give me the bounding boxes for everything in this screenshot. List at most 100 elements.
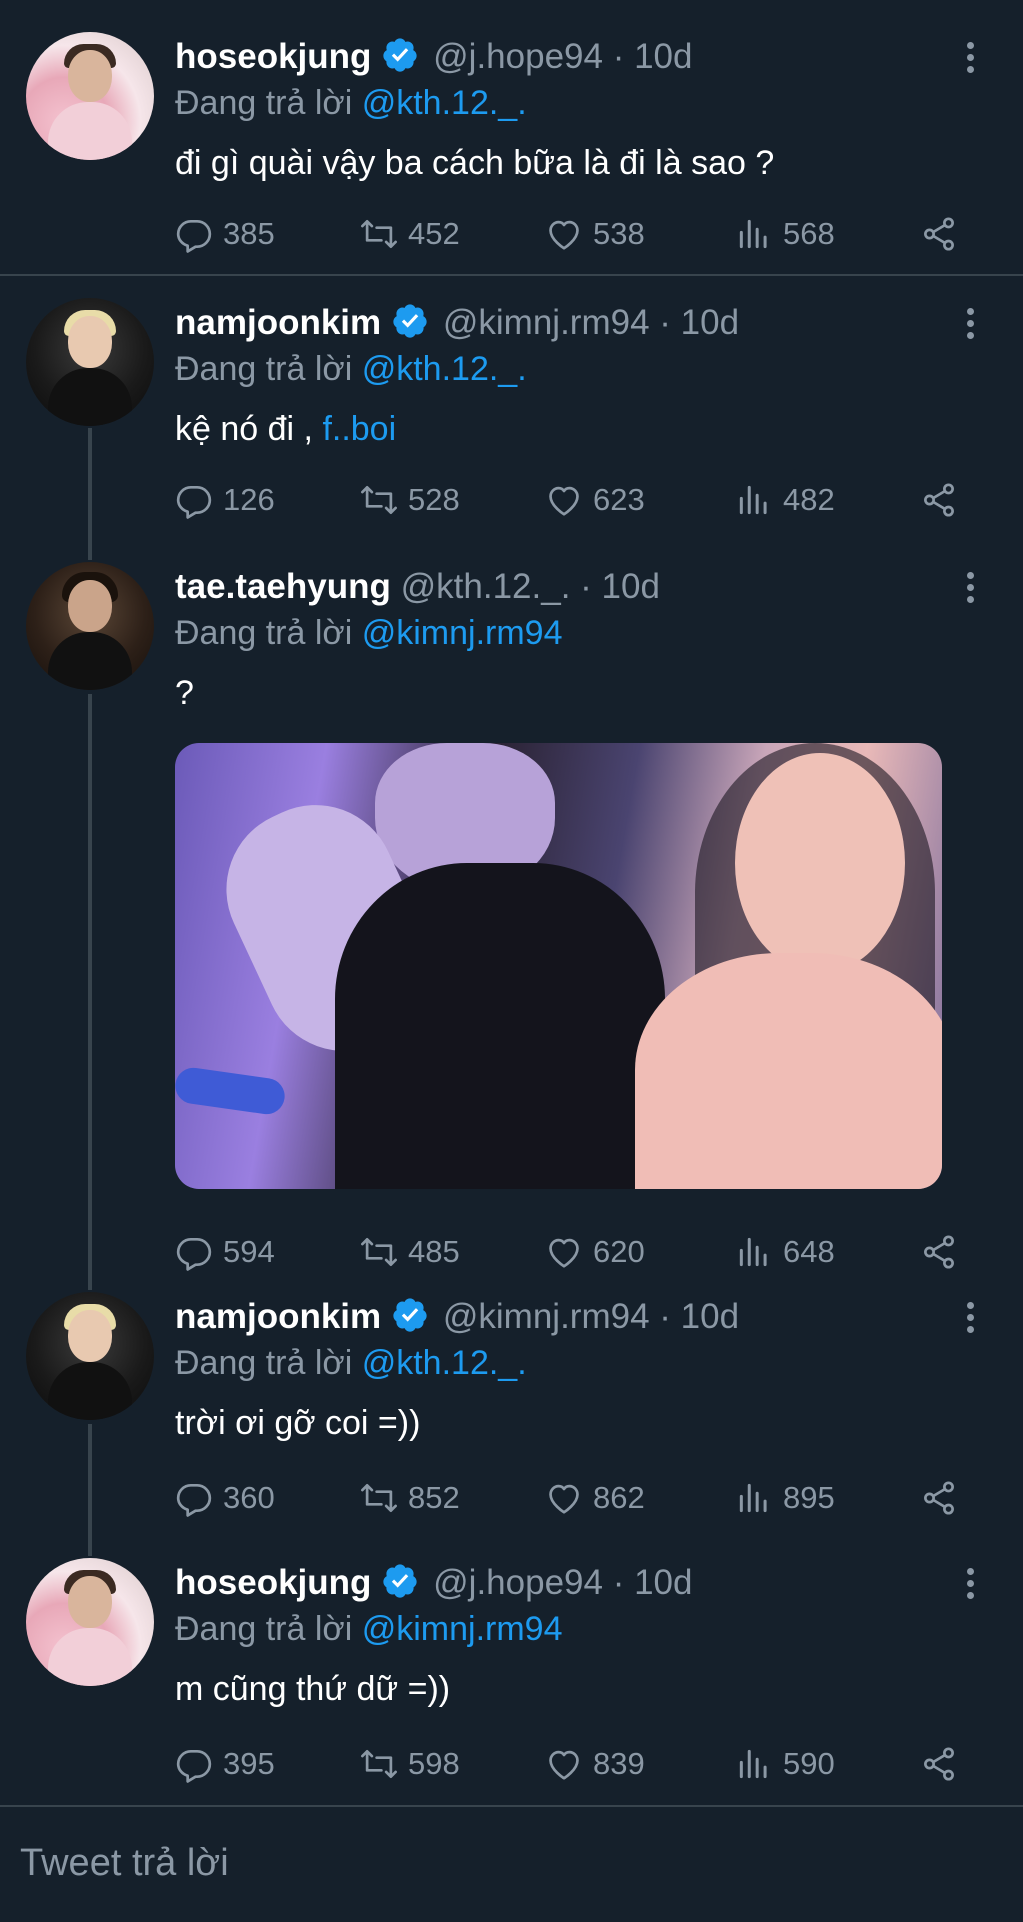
share-button[interactable] (920, 478, 968, 522)
retweet-button[interactable]: 598 (360, 1742, 460, 1786)
tweet-header: tae.taehyung @kth.12._. · 10d (175, 565, 660, 609)
retweet-count: 452 (408, 216, 460, 251)
more-vertical-icon[interactable] (950, 302, 990, 346)
share-button[interactable] (920, 1476, 968, 1520)
tweet-actions: 126 528 623 482 (175, 478, 975, 522)
share-icon (920, 1745, 958, 1783)
reply-button[interactable]: 360 (175, 1476, 275, 1520)
more-vertical-icon[interactable] (950, 1562, 990, 1606)
retweet-button[interactable]: 485 (360, 1230, 460, 1274)
views-icon (735, 1745, 773, 1783)
like-button[interactable]: 538 (545, 212, 645, 256)
tweet[interactable]: tae.taehyung @kth.12._. · 10d Đang trả l… (0, 540, 1023, 1270)
timestamp[interactable]: · 10d (580, 567, 660, 606)
reply-button[interactable]: 395 (175, 1742, 275, 1786)
views-button[interactable]: 568 (735, 212, 835, 256)
like-count: 862 (593, 1480, 645, 1515)
views-icon (735, 1233, 773, 1271)
mention-link[interactable]: @kimnj.rm94 (362, 614, 563, 652)
retweet-count: 598 (408, 1746, 460, 1781)
handle[interactable]: @kimnj.rm94 (443, 303, 650, 342)
retweet-button[interactable]: 852 (360, 1476, 460, 1520)
tweet-actions: 385 452 538 568 (175, 212, 975, 256)
tweet[interactable]: namjoonkim @kimnj.rm94 · 10d Đang trả lờ… (0, 1270, 1023, 1534)
like-button[interactable]: 620 (545, 1230, 645, 1274)
like-button[interactable]: 839 (545, 1742, 645, 1786)
mention-link[interactable]: @kth.12._. (362, 84, 527, 122)
views-button[interactable]: 590 (735, 1742, 835, 1786)
timestamp[interactable]: · 10d (659, 1297, 739, 1336)
views-icon (735, 481, 773, 519)
tweet[interactable]: namjoonkim @kimnj.rm94 · 10d Đang trả lờ… (0, 276, 1023, 540)
more-vertical-icon[interactable] (950, 566, 990, 610)
replying-to: Đang trả lời @kimnj.rm94 (175, 614, 563, 652)
views-count: 648 (783, 1234, 835, 1269)
display-name[interactable]: tae.taehyung (175, 567, 391, 606)
reply-input[interactable]: Tweet trả lời (20, 1839, 229, 1887)
views-button[interactable]: 482 (735, 478, 835, 522)
views-button[interactable]: 648 (735, 1230, 835, 1274)
like-count: 620 (593, 1234, 645, 1269)
mention-link[interactable]: @kth.12._. (362, 350, 527, 388)
reply-count: 594 (223, 1234, 275, 1269)
display-name[interactable]: namjoonkim (175, 1297, 381, 1336)
retweet-count: 485 (408, 1234, 460, 1269)
timestamp[interactable]: · 10d (659, 303, 739, 342)
reply-button[interactable]: 385 (175, 212, 275, 256)
display-name[interactable]: hoseokjung (175, 1563, 371, 1602)
handle[interactable]: @j.hope94 (433, 37, 603, 76)
more-vertical-icon[interactable] (950, 1296, 990, 1340)
display-name[interactable]: hoseokjung (175, 37, 371, 76)
avatar[interactable] (26, 298, 154, 426)
share-button[interactable] (920, 1230, 968, 1274)
like-count: 839 (593, 1746, 645, 1781)
more-vertical-icon[interactable] (950, 36, 990, 80)
share-icon (920, 1479, 958, 1517)
retweet-icon (360, 215, 398, 253)
reply-count: 395 (223, 1746, 275, 1781)
timestamp[interactable]: · 10d (613, 37, 693, 76)
reply-icon (175, 1233, 213, 1271)
share-button[interactable] (920, 1742, 968, 1786)
tweet-header: hoseokjung @j.hope94 · 10d (175, 35, 692, 79)
like-button[interactable]: 623 (545, 478, 645, 522)
reply-button[interactable]: 126 (175, 478, 275, 522)
share-button[interactable] (920, 212, 968, 256)
tweet-actions: 395 598 839 590 (175, 1742, 975, 1786)
timestamp[interactable]: · 10d (613, 1563, 693, 1602)
retweet-button[interactable]: 528 (360, 478, 460, 522)
like-count: 538 (593, 216, 645, 251)
retweet-icon (360, 1745, 398, 1783)
mention-link[interactable]: @kth.12._. (362, 1344, 527, 1382)
tweet[interactable]: hoseokjung @j.hope94 · 10d Đang trả lời … (0, 0, 1023, 274)
reply-count: 126 (223, 482, 275, 517)
avatar[interactable] (26, 1558, 154, 1686)
reply-composer[interactable]: Tweet trả lời (0, 1805, 1023, 1922)
replying-to: Đang trả lời @kth.12._. (175, 84, 527, 122)
tweet-photo[interactable] (175, 743, 942, 1189)
replying-to: Đang trả lời @kth.12._. (175, 1344, 527, 1382)
tweet[interactable]: hoseokjung @j.hope94 · 10d Đang trả lời … (0, 1536, 1023, 1804)
tweet-text: đi gì quài vậy ba cách bữa là đi là sao … (175, 144, 775, 182)
mention-link[interactable]: @kimnj.rm94 (362, 1610, 563, 1648)
views-button[interactable]: 895 (735, 1476, 835, 1520)
like-icon (545, 481, 583, 519)
tweet-header: namjoonkim @kimnj.rm94 · 10d (175, 1295, 739, 1339)
retweet-icon (360, 1479, 398, 1517)
retweet-button[interactable]: 452 (360, 212, 460, 256)
like-icon (545, 1479, 583, 1517)
reply-button[interactable]: 594 (175, 1230, 275, 1274)
like-icon (545, 215, 583, 253)
tweet-link[interactable]: f..boi (322, 410, 396, 448)
reply-icon (175, 481, 213, 519)
handle[interactable]: @kimnj.rm94 (443, 1297, 650, 1336)
avatar[interactable] (26, 1292, 154, 1420)
display-name[interactable]: namjoonkim (175, 303, 381, 342)
handle[interactable]: @j.hope94 (433, 1563, 603, 1602)
tweet-text: ? (175, 674, 194, 712)
handle[interactable]: @kth.12._. (401, 567, 571, 606)
avatar[interactable] (26, 562, 154, 690)
like-button[interactable]: 862 (545, 1476, 645, 1520)
avatar[interactable] (26, 32, 154, 160)
retweet-icon (360, 481, 398, 519)
